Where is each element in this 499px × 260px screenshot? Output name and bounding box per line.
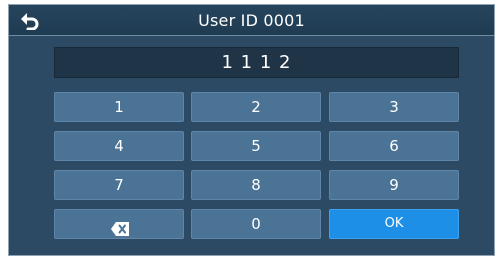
pin-entry-screen: User ID 0001 1 1 1 2 1 2 3 4 5 6 7 8 9 0… <box>8 4 495 256</box>
ok-button[interactable]: OK <box>329 209 459 239</box>
backspace-icon <box>111 217 129 236</box>
pin-display: 1 1 1 2 <box>54 47 459 78</box>
key-7[interactable]: 7 <box>54 170 184 200</box>
key-1[interactable]: 1 <box>54 92 184 122</box>
key-6[interactable]: 6 <box>329 131 459 161</box>
key-8[interactable]: 8 <box>191 170 321 200</box>
key-4[interactable]: 4 <box>54 131 184 161</box>
key-5[interactable]: 5 <box>191 131 321 161</box>
key-2[interactable]: 2 <box>191 92 321 122</box>
key-3[interactable]: 3 <box>329 92 459 122</box>
key-9[interactable]: 9 <box>329 170 459 200</box>
page-title: User ID 0001 <box>198 11 305 30</box>
key-0[interactable]: 0 <box>191 209 321 239</box>
title-bar: User ID 0001 <box>9 5 494 36</box>
backspace-button[interactable] <box>54 209 184 239</box>
